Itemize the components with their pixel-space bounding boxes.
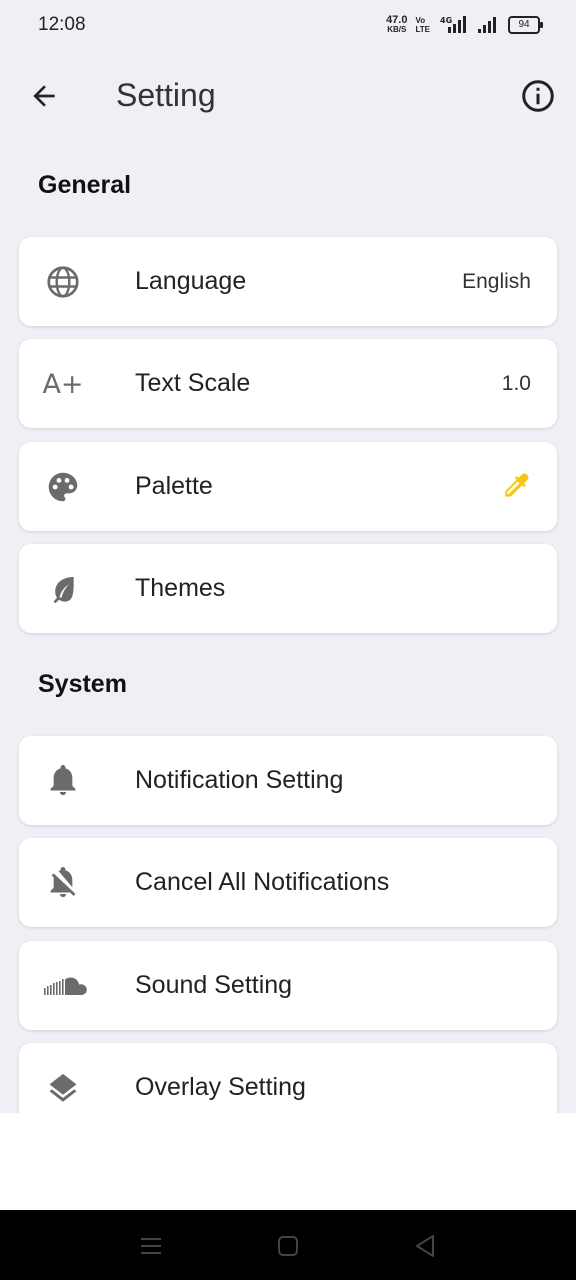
text-scale-value: 1.0 — [501, 371, 531, 395]
cancel-all-notifications-label: Cancel All Notifications — [135, 868, 390, 896]
soundcloud-icon — [43, 968, 91, 1004]
system-section-title: System — [38, 670, 127, 698]
language-label: Language — [135, 267, 247, 295]
text-scale-icon: A+ — [42, 366, 84, 402]
signal-icon — [478, 17, 496, 33]
text-scale-glyph: A+ — [42, 368, 84, 400]
bottom-panel — [0, 1113, 576, 1210]
network-speed-value: 47.0 — [386, 14, 408, 26]
network-type-label: 4G — [440, 16, 452, 25]
status-icons: 47.0 KB/S Vo LTE 4G 94 — [386, 13, 543, 37]
network-speed: 47.0 KB/S — [386, 15, 407, 35]
notification-setting-label: Notification Setting — [135, 766, 344, 794]
settings-screen: 12:08 47.0 KB/S Vo LTE 4G 94 Setting Gen… — [0, 0, 576, 1280]
palette-icon — [45, 469, 81, 505]
network-speed-unit: KB/S — [387, 25, 407, 34]
themes-label: Themes — [135, 574, 226, 602]
text-scale-label: Text Scale — [135, 369, 251, 397]
home-icon[interactable] — [274, 1232, 302, 1260]
cancel-all-notifications-item[interactable]: Cancel All Notifications — [19, 838, 557, 927]
layers-icon — [45, 1070, 81, 1106]
info-icon — [522, 80, 554, 112]
system-navigation-bar — [0, 1210, 576, 1280]
notification-setting-item[interactable]: Notification Setting — [19, 736, 557, 825]
language-item[interactable]: Language English — [19, 237, 557, 326]
battery-icon: 94 — [508, 16, 543, 34]
language-value: English — [462, 269, 531, 293]
palette-item[interactable]: Palette — [19, 442, 557, 531]
status-bar: 12:08 47.0 KB/S Vo LTE 4G 94 — [0, 0, 576, 52]
bell-off-icon — [45, 865, 81, 901]
themes-item[interactable]: Themes — [19, 544, 557, 633]
overlay-setting-label: Overlay Setting — [135, 1073, 306, 1101]
general-section-title: General — [38, 171, 132, 199]
status-time: 12:08 — [38, 14, 86, 35]
menu-icon[interactable] — [137, 1232, 165, 1260]
bell-icon — [45, 763, 81, 799]
back-button[interactable] — [24, 76, 64, 116]
signal-4g-icon: 4G — [440, 16, 466, 33]
leaf-icon — [45, 571, 81, 607]
info-button[interactable] — [518, 76, 558, 116]
palette-label: Palette — [135, 472, 213, 500]
page-title: Setting — [116, 77, 216, 113]
color-picker-icon[interactable] — [499, 470, 531, 502]
sound-setting-item[interactable]: Sound Setting — [19, 941, 557, 1030]
volte-indicator: Vo LTE — [415, 16, 430, 34]
volte-bottom: LTE — [415, 25, 430, 34]
volte-top: Vo — [415, 16, 426, 25]
text-scale-item[interactable]: A+ Text Scale 1.0 — [19, 339, 557, 428]
globe-icon — [45, 264, 81, 300]
arrow-left-icon — [33, 85, 55, 107]
sound-setting-label: Sound Setting — [135, 971, 293, 999]
back-triangle-icon[interactable] — [411, 1232, 439, 1260]
app-bar: Setting — [0, 60, 576, 132]
